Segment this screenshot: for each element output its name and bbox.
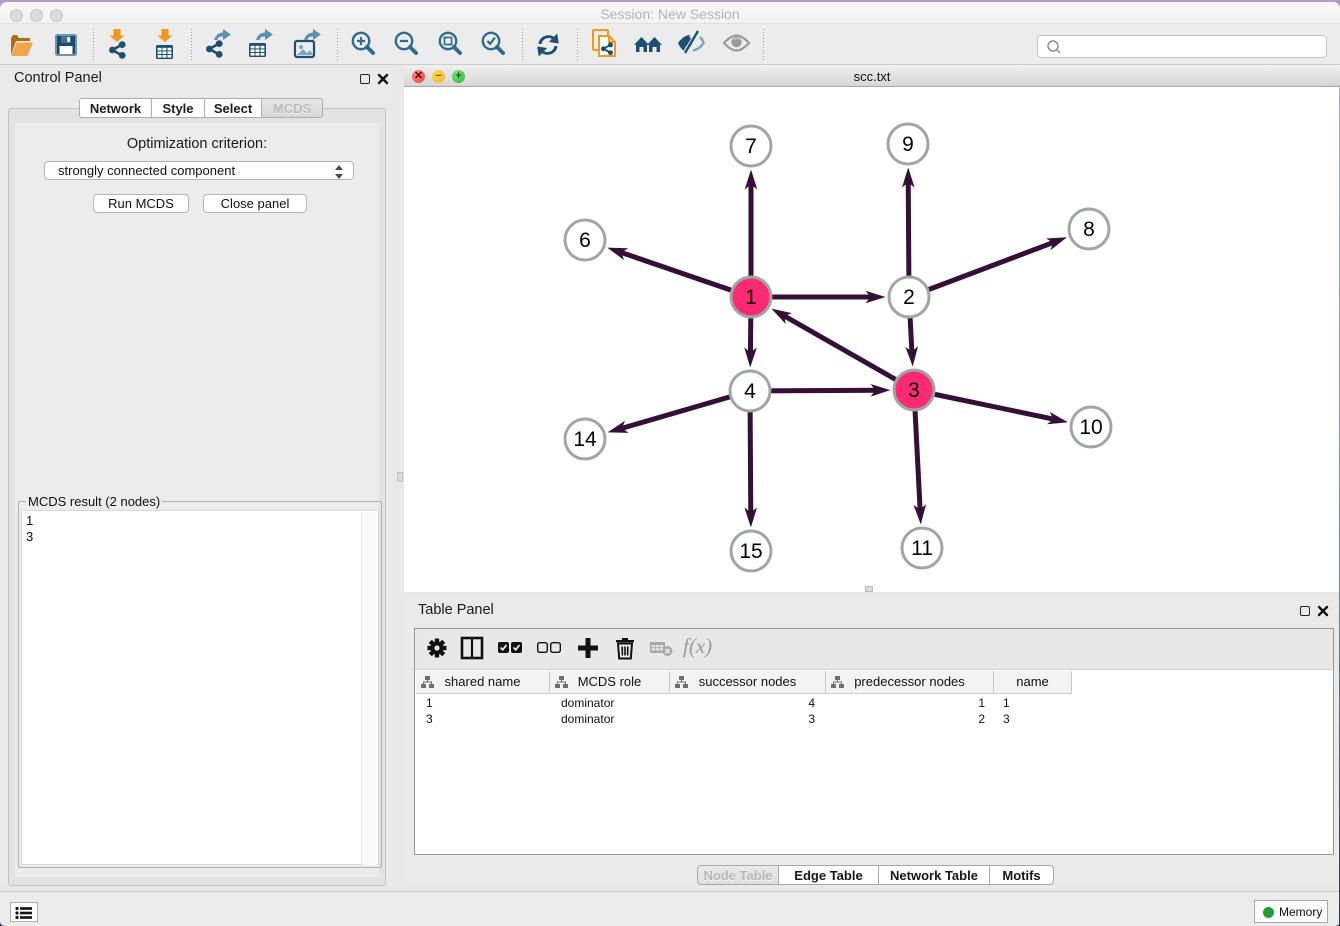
svg-text:6: 6 [579, 229, 591, 252]
svg-text:11: 11 [911, 537, 933, 560]
svg-text:10: 10 [1079, 416, 1102, 439]
svg-text:8: 8 [1083, 218, 1095, 241]
svg-text:2: 2 [903, 286, 915, 309]
svg-text:3: 3 [908, 379, 920, 402]
svg-text:14: 14 [573, 428, 597, 451]
svg-text:4: 4 [744, 380, 756, 403]
svg-text:7: 7 [745, 135, 757, 158]
svg-text:15: 15 [739, 540, 762, 563]
svg-text:1: 1 [745, 286, 757, 309]
svg-text:9: 9 [902, 133, 914, 156]
